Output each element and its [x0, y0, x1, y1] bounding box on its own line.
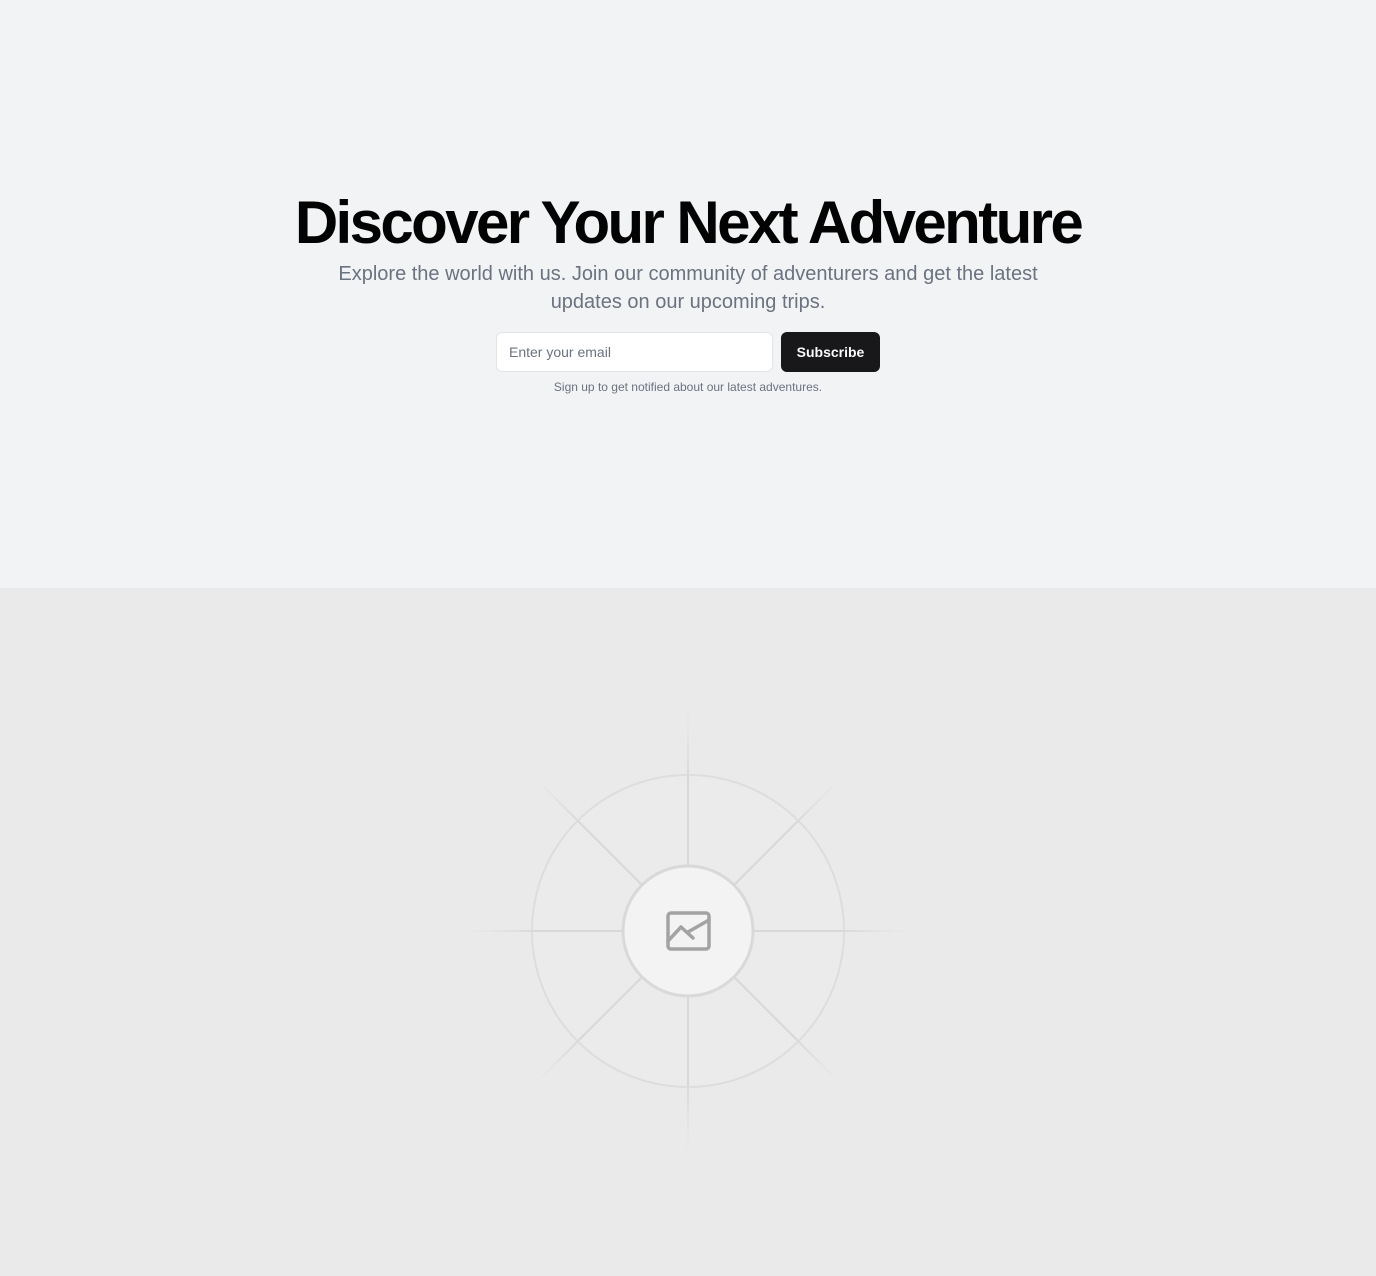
hero-subtitle: Explore the world with us. Join our comm…: [338, 263, 1038, 313]
page-title: Discover Your Next Adventure: [294, 189, 1084, 256]
email-field[interactable]: [496, 332, 773, 372]
signup-form: Subscribe: [496, 332, 880, 372]
signup-note: Sign up to get notified about our latest…: [553, 380, 823, 394]
hero-section: Discover Your Next Adventure Explore the…: [0, 0, 1376, 588]
placeholder-graphic: [465, 708, 911, 1154]
hero-image-placeholder: [0, 588, 1376, 1276]
subscribe-button[interactable]: Subscribe: [781, 332, 880, 372]
